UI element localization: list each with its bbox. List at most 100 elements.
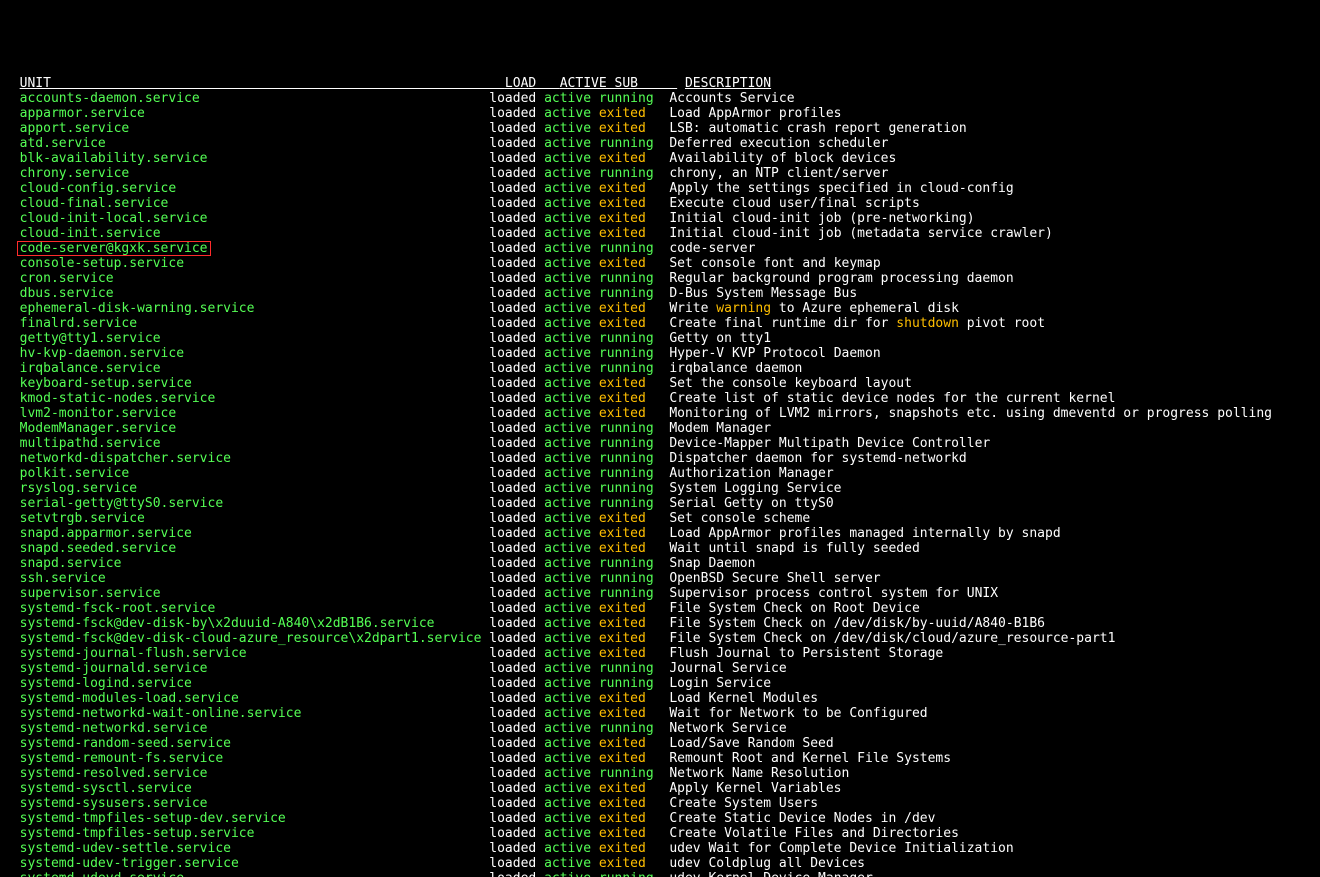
unit-active: active <box>544 226 599 241</box>
unit-load: loaded <box>489 301 544 316</box>
unit-active: active <box>544 511 599 526</box>
unit-description: Create list of static device nodes for t… <box>669 391 1115 406</box>
unit-active: active <box>544 406 599 421</box>
unit-active: active <box>544 751 599 766</box>
unit-description: Initial cloud-init job (pre-networking) <box>669 211 974 226</box>
unit-name: snapd.apparmor.service <box>20 526 192 541</box>
unit-sub: exited <box>599 841 646 856</box>
unit-name: keyboard-setup.service <box>20 376 192 391</box>
unit-name: atd.service <box>20 136 106 151</box>
unit-description: Set console scheme <box>669 511 810 526</box>
unit-load: loaded <box>489 391 544 406</box>
unit-load: loaded <box>489 871 544 877</box>
unit-load: loaded <box>489 316 544 331</box>
unit-description: Load AppArmor profiles managed internall… <box>669 526 1060 541</box>
unit-description: Serial Getty on ttyS0 <box>669 496 833 511</box>
unit-active: active <box>544 706 599 721</box>
unit-load: loaded <box>489 556 544 571</box>
unit-name: systemd-networkd.service <box>20 721 208 736</box>
unit-sub: running <box>599 346 662 361</box>
unit-load: loaded <box>489 241 544 256</box>
unit-active: active <box>544 106 599 121</box>
unit-description: Load AppArmor profiles <box>669 106 841 121</box>
unit-active: active <box>544 571 599 586</box>
col-header-unit: UNIT <box>20 76 505 91</box>
unit-name: lvm2-monitor.service <box>20 406 177 421</box>
unit-name: serial-getty@ttyS0.service <box>20 496 224 511</box>
unit-row: systemd-logind.service loaded active run… <box>4 676 1316 691</box>
unit-name: getty@tty1.service <box>20 331 161 346</box>
unit-active: active <box>544 796 599 811</box>
unit-load: loaded <box>489 676 544 691</box>
unit-name: snapd.service <box>20 556 122 571</box>
unit-load: loaded <box>489 811 544 826</box>
unit-sub: exited <box>599 826 646 841</box>
unit-row: blk-availability.service loaded active e… <box>4 151 1316 166</box>
col-header-description: DESCRIPTION <box>685 76 771 91</box>
unit-description: System Logging Service <box>669 481 841 496</box>
unit-sub: exited <box>599 106 646 121</box>
unit-row: getty@tty1.service loaded active running… <box>4 331 1316 346</box>
unit-sub: exited <box>599 781 646 796</box>
unit-load: loaded <box>489 796 544 811</box>
unit-active: active <box>544 241 599 256</box>
unit-sub: running <box>599 556 662 571</box>
unit-row: supervisor.service loaded active running… <box>4 586 1316 601</box>
unit-row: systemd-tmpfiles-setup-dev.service loade… <box>4 811 1316 826</box>
unit-sub: exited <box>599 736 646 751</box>
unit-sub: running <box>599 466 662 481</box>
unit-load: loaded <box>489 331 544 346</box>
unit-load: loaded <box>489 451 544 466</box>
unit-sub: exited <box>599 391 646 406</box>
unit-name: systemd-fsck-root.service <box>20 601 216 616</box>
unit-row: systemd-networkd.service loaded active r… <box>4 721 1316 736</box>
unit-row: finalrd.service loaded active exited Cre… <box>4 316 1316 331</box>
unit-name: snapd.seeded.service <box>20 541 177 556</box>
unit-active: active <box>544 721 599 736</box>
unit-active: active <box>544 451 599 466</box>
unit-load: loaded <box>489 841 544 856</box>
unit-row: systemd-udevd.service loaded active runn… <box>4 871 1316 877</box>
unit-load: loaded <box>489 481 544 496</box>
unit-sub: exited <box>599 121 646 136</box>
unit-load: loaded <box>489 196 544 211</box>
unit-row: systemd-networkd-wait-online.service loa… <box>4 706 1316 721</box>
unit-description: Initial cloud-init job (metadata service… <box>669 226 1053 241</box>
unit-active: active <box>544 676 599 691</box>
unit-active: active <box>544 811 599 826</box>
unit-name: cloud-final.service <box>20 196 169 211</box>
unit-sub: running <box>599 661 662 676</box>
unit-load: loaded <box>489 211 544 226</box>
unit-active: active <box>544 286 599 301</box>
unit-active: active <box>544 616 599 631</box>
unit-active: active <box>544 346 599 361</box>
unit-description: Network Service <box>669 721 786 736</box>
unit-name: systemd-networkd-wait-online.service <box>20 706 302 721</box>
unit-description: Load/Save Random Seed <box>669 736 833 751</box>
unit-sub: running <box>599 496 662 511</box>
unit-sub: running <box>599 871 662 877</box>
unit-description: code-server <box>669 241 755 256</box>
unit-name: chrony.service <box>20 166 130 181</box>
unit-row: systemd-udev-trigger.service loaded acti… <box>4 856 1316 871</box>
unit-sub: running <box>599 451 662 466</box>
unit-row: cloud-config.service loaded active exite… <box>4 181 1316 196</box>
unit-description: Regular background program processing da… <box>669 271 1013 286</box>
unit-load: loaded <box>489 781 544 796</box>
unit-load: loaded <box>489 496 544 511</box>
unit-name: systemd-udev-trigger.service <box>20 856 239 871</box>
unit-description: Write warning to Azure ephemeral disk <box>669 301 959 316</box>
terminal-output[interactable]: UNIT LOAD ACTIVE SUB DESCRIPTION account… <box>0 75 1320 877</box>
unit-description: Authorization Manager <box>669 466 833 481</box>
unit-sub: exited <box>599 601 646 616</box>
unit-active: active <box>544 856 599 871</box>
unit-row: multipathd.service loaded active running… <box>4 436 1316 451</box>
unit-name: ModemManager.service <box>20 421 177 436</box>
unit-load: loaded <box>489 751 544 766</box>
unit-name: blk-availability.service <box>20 151 208 166</box>
unit-description: OpenBSD Secure Shell server <box>669 571 880 586</box>
unit-row: snapd.apparmor.service loaded active exi… <box>4 526 1316 541</box>
unit-description: Network Name Resolution <box>669 766 849 781</box>
unit-row: dbus.service loaded active running D-Bus… <box>4 286 1316 301</box>
unit-active: active <box>544 736 599 751</box>
